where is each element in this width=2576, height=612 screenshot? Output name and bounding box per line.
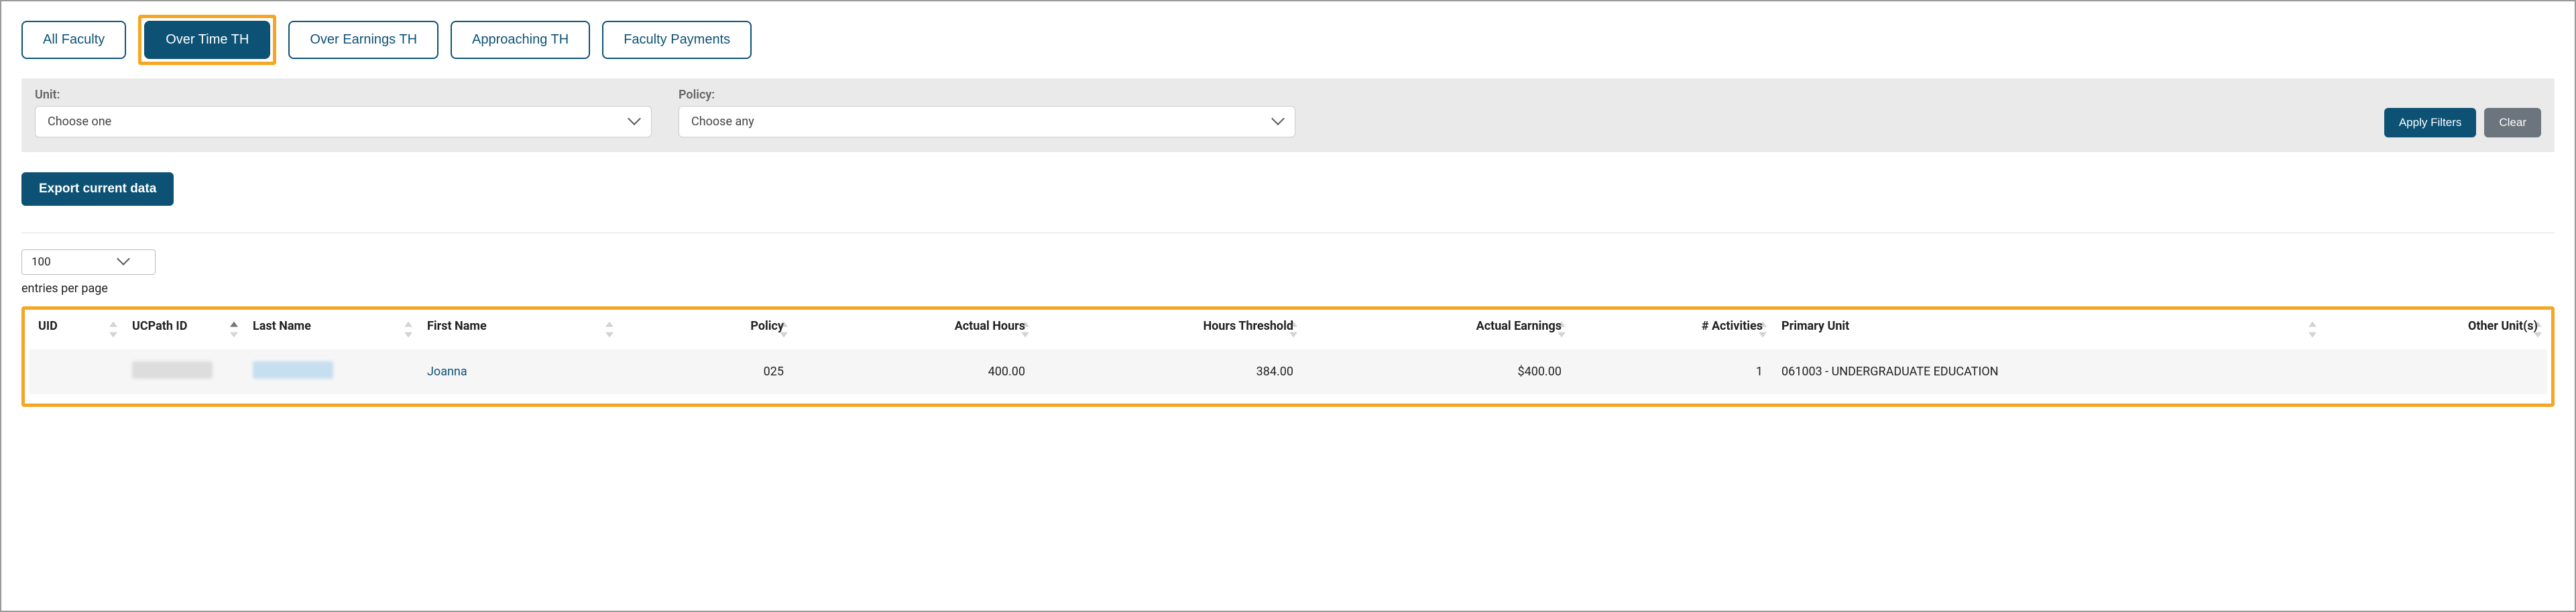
policy-select[interactable]: Choose any [679, 106, 1295, 137]
redacted-link [253, 361, 333, 379]
chevron-down-icon [622, 115, 639, 129]
entries-select[interactable]: 100 [21, 249, 156, 275]
faculty-table: UID UCPath ID Last Name First Name [29, 312, 2547, 394]
tab-approaching-th[interactable]: Approaching TH [451, 21, 590, 59]
col-label: UID [38, 319, 58, 333]
col-actual-hours[interactable]: Actual Hours [793, 312, 1035, 349]
cell-policy: 025 [619, 349, 793, 394]
col-label: # Activities [1702, 319, 1763, 333]
col-label: Last Name [253, 319, 311, 333]
col-label: Actual Earnings [1476, 319, 1562, 333]
sort-icon [780, 321, 789, 337]
col-label: Actual Hours [955, 319, 1025, 333]
chevron-down-icon [111, 255, 128, 269]
cell-last-name[interactable] [243, 349, 418, 394]
redacted-value [132, 361, 213, 379]
table-highlight: UID UCPath ID Last Name First Name [21, 306, 2555, 407]
col-label: Primary Unit [1781, 319, 1849, 333]
highlight-over-time: Over Time TH [138, 15, 276, 65]
cell-activities: 1 [1571, 349, 1772, 394]
sort-icon [1759, 321, 1768, 337]
policy-select-value: Choose any [691, 115, 754, 129]
table-row: Joanna 025 400.00 384.00 $400.00 1 06100… [29, 349, 2547, 394]
unit-select-value: Choose one [48, 115, 111, 129]
chevron-down-icon [1265, 115, 1283, 129]
cell-ucpath [123, 349, 243, 394]
clear-filters-button[interactable]: Clear [2484, 108, 2541, 137]
tab-all-faculty[interactable]: All Faculty [21, 21, 126, 59]
apply-filters-button[interactable]: Apply Filters [2384, 108, 2477, 137]
cell-other-units [2322, 349, 2547, 394]
col-other-units[interactable]: Other Unit(s) [2322, 312, 2547, 349]
cell-actual-hours: 400.00 [793, 349, 1035, 394]
sort-asc-icon [230, 321, 239, 337]
col-activities[interactable]: # Activities [1571, 312, 1772, 349]
filter-unit-group: Unit: Choose one [35, 88, 652, 137]
sort-icon [2534, 321, 2543, 337]
cell-first-name[interactable]: Joanna [418, 349, 619, 394]
tab-over-earnings-th[interactable]: Over Earnings TH [288, 21, 438, 59]
entries-value: 100 [32, 255, 51, 269]
sort-icon [1021, 321, 1031, 337]
cell-actual-earnings: $400.00 [1303, 349, 1571, 394]
col-primary-unit[interactable]: Primary Unit [1772, 312, 2322, 349]
col-label: UCPath ID [132, 319, 187, 333]
sort-icon [109, 321, 119, 337]
col-policy[interactable]: Policy [619, 312, 793, 349]
cell-uid [29, 349, 123, 394]
col-label: Policy [750, 319, 784, 333]
col-first-name[interactable]: First Name [418, 312, 619, 349]
cell-hours-threshold: 384.00 [1035, 349, 1303, 394]
tab-faculty-payments[interactable]: Faculty Payments [602, 21, 752, 59]
tab-over-time-th[interactable]: Over Time TH [144, 21, 270, 59]
entries-per-page-group: 100 entries per page [21, 249, 2555, 296]
col-label: Other Unit(s) [2468, 319, 2538, 333]
filter-policy-group: Policy: Choose any [679, 88, 1295, 137]
sort-icon [1289, 321, 1299, 337]
filter-actions: Apply Filters Clear [2384, 108, 2541, 137]
filter-bar: Unit: Choose one Policy: Choose any Appl… [21, 78, 2555, 152]
col-hours-threshold[interactable]: Hours Threshold [1035, 312, 1303, 349]
col-ucpath-id[interactable]: UCPath ID [123, 312, 243, 349]
col-label: Hours Threshold [1203, 319, 1293, 333]
policy-label: Policy: [679, 88, 1295, 102]
tabs: All Faculty Over Time TH Over Earnings T… [21, 15, 2555, 65]
unit-label: Unit: [35, 88, 652, 102]
col-uid[interactable]: UID [29, 312, 123, 349]
table-header-row: UID UCPath ID Last Name First Name [29, 312, 2547, 349]
sort-icon [605, 321, 615, 337]
cell-primary-unit: 061003 - UNDERGRADUATE EDUCATION [1772, 349, 2322, 394]
col-label: First Name [427, 319, 487, 333]
export-current-data-button[interactable]: Export current data [21, 172, 174, 206]
export-row: Export current data [21, 172, 2555, 206]
sort-icon [404, 321, 414, 337]
entries-label: entries per page [21, 282, 2555, 296]
col-last-name[interactable]: Last Name [243, 312, 418, 349]
sort-icon [1558, 321, 1567, 337]
sort-icon [2308, 321, 2318, 337]
unit-select[interactable]: Choose one [35, 106, 652, 137]
col-actual-earnings[interactable]: Actual Earnings [1303, 312, 1571, 349]
